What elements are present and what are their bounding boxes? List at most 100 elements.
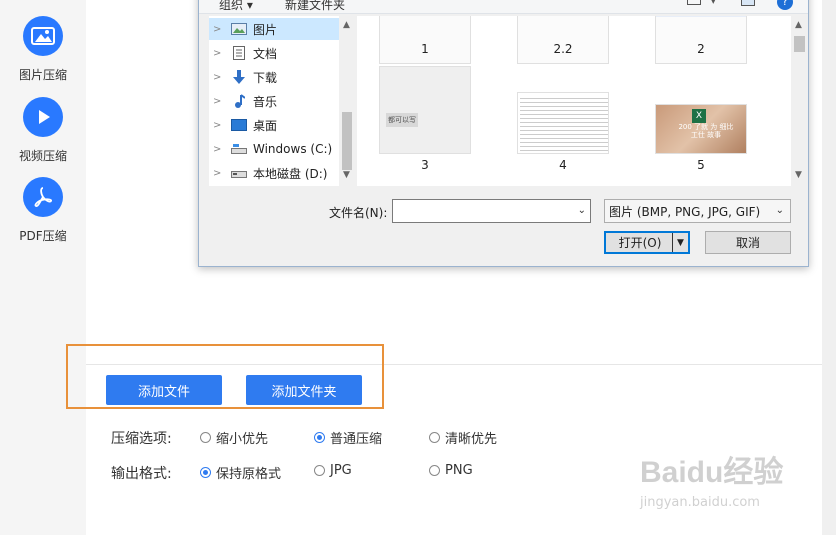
documents-icon: [231, 46, 247, 60]
sidebar-item-label: PDF压缩: [19, 229, 67, 243]
help-icon[interactable]: ?: [777, 0, 793, 10]
file-thumbnail[interactable]: [517, 16, 609, 64]
compress-options-label: 压缩选项:: [111, 431, 172, 447]
radio-shrink-priority[interactable]: 缩小优先: [200, 428, 268, 447]
open-button-label: 打开(O): [618, 236, 662, 250]
play-icon: [23, 97, 63, 137]
add-file-button[interactable]: 添加文件: [106, 375, 222, 405]
dialog-file-list: 1 2.2 2 都可以写 3 4 X 200 了就 为 细比工仕 故事 5: [357, 16, 791, 186]
chevron-down-icon[interactable]: ⌄: [578, 205, 586, 216]
radio-normal-compress[interactable]: 普通压缩: [314, 428, 382, 447]
sidebar-item-video-compress[interactable]: 视频压缩: [0, 97, 86, 164]
nav-item-desktop[interactable]: > 桌面: [209, 114, 349, 136]
dialog-nav-pane: > 图片 > 文档 > 下载 > 音乐 > 桌面 > Windows (C:): [209, 16, 352, 186]
download-icon: [231, 70, 247, 84]
scroll-down-icon[interactable]: ▼: [795, 170, 802, 180]
radio-clarity-priority[interactable]: 清晰优先: [429, 428, 497, 447]
filetype-select[interactable]: 图片 (BMP, PNG, JPG, GIF) ⌄: [604, 199, 791, 223]
sidebar-item-label: 视频压缩: [18, 149, 67, 163]
radio-circle[interactable]: [429, 432, 440, 443]
nav-label: 本地磁盘 (D:): [253, 166, 328, 181]
files-scroll-thumb[interactable]: [794, 36, 805, 52]
sidebar-item-pdf-compress[interactable]: PDF压缩: [0, 177, 86, 244]
chevron-right-icon[interactable]: >: [213, 24, 227, 35]
chevron-right-icon[interactable]: >: [213, 168, 227, 179]
radio-circle[interactable]: [314, 465, 325, 476]
file-name: 5: [697, 158, 705, 172]
view-icon[interactable]: [687, 0, 701, 5]
file-name: 2: [697, 42, 705, 56]
radio-label: 普通压缩: [330, 432, 383, 447]
radio-label: PNG: [445, 463, 473, 478]
file-thumbnail[interactable]: [379, 16, 471, 64]
nav-scroll-thumb[interactable]: [342, 112, 352, 170]
chevron-right-icon[interactable]: >: [213, 48, 227, 59]
nav-item-downloads[interactable]: > 下载: [209, 66, 349, 88]
nav-item-music[interactable]: > 音乐: [209, 90, 349, 112]
filetype-value: 图片 (BMP, PNG, JPG, GIF): [609, 204, 761, 219]
sidebar-item-image-compress[interactable]: 图片压缩: [0, 16, 86, 83]
radio-label: 缩小优先: [216, 432, 269, 447]
file-thumbnail[interactable]: [655, 16, 747, 64]
nav-item-drive-d[interactable]: > 本地磁盘 (D:): [209, 162, 349, 184]
pdf-icon: [23, 177, 63, 217]
nav-scrollbar[interactable]: ▲ ▼: [339, 16, 355, 186]
chevron-right-icon[interactable]: >: [213, 72, 227, 83]
drive-icon: [231, 166, 247, 180]
file-open-dialog: 组织 ▾ 新建文件夹 ▾ ? > 图片 > 文档 > 下载 > 音乐 > 桌面 …: [198, 0, 809, 267]
chevron-right-icon[interactable]: >: [213, 120, 227, 131]
preview-pane-icon[interactable]: [741, 0, 755, 6]
new-folder-button[interactable]: 新建文件夹: [285, 0, 345, 13]
file-name: 1: [421, 42, 429, 56]
sidebar: 图片压缩 视频压缩 PDF压缩: [0, 0, 86, 535]
file-name: 4: [559, 158, 567, 172]
open-button[interactable]: 打开(O) ▼: [604, 231, 690, 254]
nav-label: 图片: [253, 22, 278, 37]
nav-label: 音乐: [253, 94, 278, 109]
radio-keep-format[interactable]: 保持原格式: [200, 463, 281, 482]
thumbnail-text: 200 了就 为 细比工仕 故事: [678, 123, 734, 139]
music-icon: [231, 94, 247, 108]
radio-circle-checked[interactable]: [314, 432, 325, 443]
radio-circle[interactable]: [429, 465, 440, 476]
radio-circle-checked[interactable]: [200, 467, 211, 478]
image-icon: [23, 16, 63, 56]
file-thumbnail[interactable]: [517, 92, 609, 154]
excel-icon: X: [692, 109, 706, 123]
nav-item-pictures[interactable]: > 图片: [209, 18, 349, 40]
chevron-right-icon[interactable]: >: [213, 96, 227, 107]
desktop-icon: [231, 118, 247, 132]
drive-icon: [231, 142, 247, 156]
file-list-scrollbar[interactable]: ▲ ▼: [791, 16, 808, 186]
scroll-up-icon[interactable]: ▲: [343, 20, 350, 30]
watermark-brand: Baidu经验: [640, 456, 784, 489]
scroll-up-icon[interactable]: ▲: [795, 20, 802, 30]
view-dropdown-icon[interactable]: ▾: [711, 0, 716, 7]
file-name: 3: [421, 158, 429, 172]
open-dropdown-icon[interactable]: ▼: [672, 233, 688, 252]
cancel-button[interactable]: 取消: [705, 231, 791, 254]
chevron-down-icon[interactable]: ⌄: [776, 205, 784, 216]
nav-item-drive-c[interactable]: > Windows (C:): [209, 138, 349, 160]
scroll-down-icon[interactable]: ▼: [343, 170, 350, 180]
dialog-toolbar: 组织 ▾ 新建文件夹 ▾ ?: [199, 0, 808, 14]
pictures-icon: [231, 22, 247, 36]
file-thumbnail[interactable]: X 200 了就 为 细比工仕 故事: [655, 104, 747, 154]
radio-jpg[interactable]: JPG: [314, 463, 352, 478]
nav-label: Windows (C:): [253, 142, 333, 156]
nav-label: 下载: [253, 70, 278, 85]
output-format-label: 输出格式:: [111, 466, 172, 482]
nav-label: 桌面: [253, 118, 278, 133]
radio-label: 清晰优先: [445, 432, 498, 447]
filename-input[interactable]: ⌄: [392, 199, 591, 223]
filename-label: 文件名(N):: [329, 206, 388, 220]
watermark-url: jingyan.baidu.com: [640, 495, 760, 510]
file-name: 2.2: [553, 42, 573, 56]
nav-item-documents[interactable]: > 文档: [209, 42, 349, 64]
file-thumbnail[interactable]: 都可以写: [379, 66, 471, 154]
radio-png[interactable]: PNG: [429, 463, 473, 478]
radio-circle[interactable]: [200, 432, 211, 443]
add-folder-button[interactable]: 添加文件夹: [246, 375, 362, 405]
organize-menu[interactable]: 组织 ▾: [219, 0, 253, 13]
chevron-right-icon[interactable]: >: [213, 144, 227, 155]
